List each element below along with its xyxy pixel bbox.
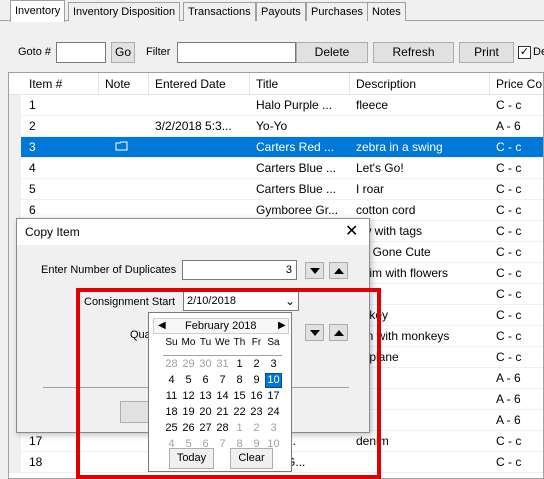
row-selector[interactable]: [9, 179, 21, 200]
tab-payouts[interactable]: Payouts: [256, 2, 306, 21]
tab-inventory-disposition[interactable]: Inventory Disposition: [68, 2, 181, 21]
cell-title: Carters Blue ...: [256, 161, 337, 175]
cell-note: [99, 158, 149, 179]
table-row[interactable]: 2 3/2/2018 5:3... Yo-Yo A - 6: [9, 116, 543, 137]
cell-price: C - c: [496, 224, 522, 238]
cell-price: C - c: [496, 350, 522, 364]
cell-item: 2: [29, 119, 36, 133]
cell-desc: I roar: [356, 182, 385, 196]
cell-title: Carters Red ...: [256, 140, 335, 154]
checkbox-label: De: [533, 46, 544, 58]
cell-price: C - c: [496, 98, 522, 112]
cell-desc: ew with tags: [356, 224, 423, 238]
cell-date: [149, 95, 250, 116]
arrow-up-icon: [334, 268, 344, 274]
cell-price: C - c: [496, 203, 522, 217]
col-note[interactable]: Note: [99, 73, 149, 95]
cell-price: C - c: [496, 455, 522, 469]
row-selector[interactable]: [9, 452, 21, 473]
cell-price: A - 6: [496, 119, 521, 133]
print-button[interactable]: Print: [459, 42, 514, 63]
cell-item: 5: [29, 182, 36, 196]
tab-strip: Inventory Inventory Disposition Transact…: [0, 0, 544, 22]
grid-header: Item # Note Entered Date Title Descripti…: [9, 73, 543, 95]
cell-price: A - 6: [496, 392, 521, 406]
filter-label: Filter: [146, 46, 171, 58]
cell-price: C - c: [496, 140, 522, 154]
cell-price: C - c: [496, 245, 522, 259]
cell-price: C - c: [496, 182, 522, 196]
go-button[interactable]: Go: [111, 42, 135, 63]
col-price[interactable]: Price Co: [490, 73, 543, 95]
cell-note: [99, 116, 149, 137]
row-selector[interactable]: [9, 431, 21, 452]
close-icon[interactable]: ✕: [345, 221, 358, 241]
cell-item: 3: [29, 140, 36, 154]
cell-desc: enim with flowers: [356, 266, 449, 280]
duplicates-decrement-button[interactable]: [305, 262, 324, 279]
cell-note: [99, 95, 149, 116]
dialog-title: Copy Item: [25, 225, 80, 239]
cell-date: 3/2/2018 5:3...: [155, 119, 232, 133]
tab-purchases[interactable]: Purchases: [306, 2, 368, 21]
cell-price: C - c: [496, 434, 522, 448]
duplicates-input[interactable]: 3: [182, 260, 297, 280]
cell-desc: [350, 116, 490, 137]
tab-transactions[interactable]: Transactions: [183, 2, 256, 21]
tab-inventory[interactable]: Inventory: [10, 0, 66, 22]
cell-date: [149, 179, 250, 200]
cell-title: Carters Blue ...: [256, 182, 337, 196]
cell-price: C - c: [496, 329, 522, 343]
arrow-down-icon: [310, 268, 320, 274]
checkbox[interactable]: ✓: [518, 46, 531, 59]
col-entered-date[interactable]: Entered Date: [149, 73, 250, 95]
cell-item: 4: [29, 161, 36, 175]
cell-price: A - 6: [496, 371, 521, 385]
cell-date: [149, 137, 250, 158]
col-title[interactable]: Title: [250, 73, 350, 95]
cell-desc: Let's Go!: [356, 161, 404, 175]
cell-note: [99, 179, 149, 200]
col-description[interactable]: Description: [350, 73, 490, 95]
cell-date: [149, 158, 250, 179]
cell-price: A - 6: [496, 413, 521, 427]
cell-price: C - c: [496, 308, 522, 322]
folder-icon: [99, 137, 149, 158]
tab-notes[interactable]: Notes: [367, 2, 406, 21]
cell-price: C - c: [496, 161, 522, 175]
table-row[interactable]: 4 Carters Blue ... Let's Go! C - c: [9, 158, 543, 179]
cell-title: Yo-Yo: [256, 119, 288, 133]
cell-desc: fleece: [356, 98, 389, 112]
refresh-button[interactable]: Refresh: [373, 42, 454, 63]
filter-input[interactable]: [177, 42, 296, 63]
dialog-titlebar: Copy Item ✕: [17, 219, 369, 245]
row-selector[interactable]: [9, 95, 21, 116]
delete-button[interactable]: Delete: [296, 42, 368, 63]
cell-desc: zebra in a swing: [356, 140, 443, 154]
cell-price: C - c: [496, 287, 522, 301]
cell-desc: og Gone Cute: [356, 245, 431, 259]
goto-label: Goto #: [18, 46, 52, 58]
cell-item: 1: [29, 98, 36, 112]
row-selector[interactable]: [9, 158, 21, 179]
table-row[interactable]: 5 Carters Blue ... I roar C - c: [9, 179, 543, 200]
row-selector[interactable]: [9, 137, 21, 158]
table-row[interactable]: 3 Carters Red ... zebra in a swing C - c: [9, 137, 543, 158]
cell-price: C - c: [496, 266, 522, 280]
cell-title: Halo Purple ...: [256, 98, 333, 112]
row-selector[interactable]: [9, 116, 21, 137]
highlight-box: [76, 288, 381, 479]
goto-input[interactable]: [56, 42, 106, 63]
table-row[interactable]: 1 Halo Purple ... fleece C - c: [9, 95, 543, 116]
duplicates-increment-button[interactable]: [329, 262, 348, 279]
duplicates-label: Enter Number of Duplicates: [41, 264, 177, 276]
col-item[interactable]: Item #: [23, 73, 99, 95]
cell-desc: cotton cord: [356, 203, 416, 217]
